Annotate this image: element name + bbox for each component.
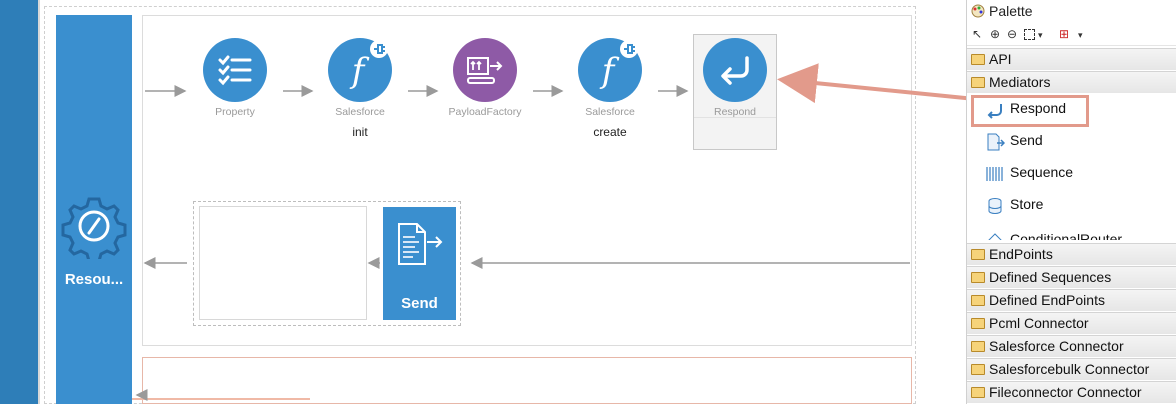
mediator-property[interactable]: Property — [180, 38, 290, 125]
mediator-salesforce-init[interactable]: f Salesforce init — [305, 38, 415, 139]
fault-indicator-line — [132, 398, 310, 400]
respond-arrow-icon — [703, 38, 767, 102]
drawer-label: Defined EndPoints — [989, 292, 1105, 308]
canvas-divider — [38, 0, 40, 404]
palette-item-sequence[interactable]: Sequence — [985, 161, 1175, 187]
drawer-api[interactable]: API — [967, 48, 1176, 70]
palette-item-store[interactable]: Store — [985, 193, 1175, 219]
api-left-bar — [0, 0, 38, 404]
mediator-sublabel: create — [593, 125, 627, 139]
drawer-fileconnector-connector[interactable]: Fileconnector Connector — [967, 381, 1176, 403]
svg-text:f: f — [349, 51, 370, 91]
drawer-label: Fileconnector Connector — [989, 384, 1142, 400]
gear-icon — [61, 197, 127, 259]
zoom-out-icon[interactable]: ⊖ — [1007, 27, 1017, 41]
mediator-payloadfactory[interactable]: PayloadFactory — [430, 38, 540, 125]
conditional-router-icon — [988, 233, 1002, 240]
drawer-label: Salesforcebulk Connector — [989, 361, 1150, 377]
fault-sequence-area — [142, 357, 912, 404]
palette-icon — [971, 4, 985, 18]
drawer-label: Salesforce Connector — [989, 338, 1124, 354]
palette-item-label: Sequence — [1010, 164, 1074, 180]
mediator-respond[interactable]: Respond — [680, 38, 790, 119]
mediator-label: Respond — [713, 106, 757, 118]
folder-icon — [971, 249, 985, 260]
send-label: Send — [401, 295, 438, 312]
drawer-label: Defined Sequences — [989, 269, 1112, 285]
drawer-defined-sequences[interactable]: Defined Sequences — [967, 266, 1176, 288]
palette-item-label: Store — [1010, 196, 1044, 212]
checklist-icon — [203, 38, 267, 102]
marquee-icon[interactable] — [1024, 29, 1035, 40]
palette-item-label: Send — [1010, 132, 1043, 148]
drawer-label: Pcml Connector — [989, 315, 1089, 331]
drawer-label: Mediators — [989, 74, 1051, 90]
dropdown-icon[interactable]: ▾ — [1078, 30, 1083, 41]
drawer-salesforce-connector[interactable]: Salesforce Connector — [967, 335, 1176, 357]
select-arrow-icon[interactable]: ↖ — [972, 27, 982, 41]
respond-highlight-box — [971, 95, 1089, 127]
drawer-endpoints[interactable]: EndPoints — [967, 243, 1176, 265]
mediator-label: PayloadFactory — [448, 106, 522, 118]
mediator-sublabel: init — [352, 125, 368, 139]
palette-title-bar: Palette — [967, 0, 1176, 22]
drawer-defined-endpoints[interactable]: Defined EndPoints — [967, 289, 1176, 311]
folder-icon — [971, 272, 985, 283]
dropdown-icon[interactable]: ▾ — [1038, 30, 1043, 41]
folder-icon — [971, 295, 985, 306]
mediator-label: Property — [215, 106, 255, 118]
drawer-salesforcebulk-connector[interactable]: Salesforcebulk Connector — [967, 358, 1176, 380]
esb-editor: Resou... Property f Salesforce init Payl… — [0, 0, 1176, 404]
send-mediator[interactable]: Send — [383, 207, 456, 320]
drawer-label: API — [989, 51, 1012, 67]
palette-item-send[interactable]: Send — [985, 129, 1175, 155]
resource-label: Resou... — [64, 271, 124, 288]
folder-icon — [971, 318, 985, 329]
palette-item-label: ConditionalRouter — [1010, 231, 1123, 240]
sequence-icon — [986, 167, 1003, 181]
mediator-salesforce-create[interactable]: f Salesforce create — [555, 38, 665, 139]
palette-toolbar: ↖ ⊕ ⊖ ▾ ⊞ ▾ — [967, 22, 1176, 46]
folder-icon — [971, 54, 985, 65]
folder-icon — [971, 77, 985, 88]
drawer-mediators[interactable]: Mediators — [967, 71, 1176, 93]
folder-icon — [971, 387, 985, 398]
send-document-icon — [398, 223, 443, 265]
payload-factory-icon — [453, 38, 517, 102]
folder-icon — [971, 364, 985, 375]
palette-item-conditional-router[interactable]: ConditionalRouter — [985, 228, 1175, 240]
drawer-label: EndPoints — [989, 246, 1053, 262]
palette-title: Palette — [989, 3, 1033, 19]
drawer-pcml-connector[interactable]: Pcml Connector — [967, 312, 1176, 334]
zoom-in-icon[interactable]: ⊕ — [990, 27, 1000, 41]
folder-icon — [971, 341, 985, 352]
store-icon — [988, 198, 1002, 214]
send-icon — [987, 133, 1005, 151]
resource-panel[interactable]: Resou... — [56, 15, 132, 404]
palette-panel: Palette ↖ ⊕ ⊖ ▾ ⊞ ▾ API Mediators Respon… — [966, 0, 1176, 404]
function-connector-icon: f — [328, 38, 392, 102]
out-sequence-area — [199, 206, 367, 320]
mediator-label: Salesforce — [335, 106, 385, 118]
connection-icon[interactable]: ⊞ — [1059, 27, 1069, 41]
mediator-label: Salesforce — [585, 106, 635, 118]
function-connector-icon: f — [578, 38, 642, 102]
svg-text:f: f — [599, 51, 620, 91]
respond-box-footer — [694, 117, 776, 149]
